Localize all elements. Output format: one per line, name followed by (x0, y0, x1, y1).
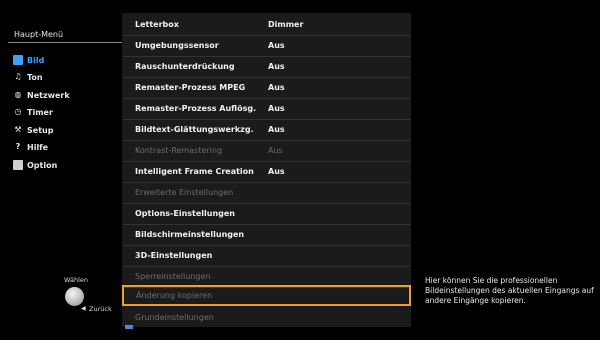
setting-label: Änderung kopieren (136, 291, 213, 300)
setting-value: Aus (268, 125, 285, 135)
picture-settings-panel: Letterbox Dimmer Umgebungssensor Aus Rau… (122, 13, 411, 327)
remote-dpad-icon (65, 287, 84, 306)
sidebar-item-option[interactable]: Option (13, 158, 57, 172)
setting-label: Bildtext-Glättungswerkzg. (135, 125, 254, 135)
setting-row-bildschirmeinstellungen[interactable]: Bildschirmeinstellungen (123, 225, 410, 246)
sidebar-item-label: Timer (27, 107, 53, 117)
sidebar-item-label: Option (27, 160, 58, 170)
select-hint: Wählen (64, 276, 89, 284)
setting-row-kontrast-remastering: Kontrast-Remastering Aus (123, 141, 410, 162)
sidebar-item-timer[interactable]: ◷ Timer (13, 105, 53, 119)
sidebar-item-netzwerk[interactable]: ◍ Netzwerk (13, 88, 70, 102)
back-arrow-icon: ◀ (81, 305, 86, 312)
setting-label: Erweiterte Einstellungen (135, 188, 234, 198)
question-icon: ? (15, 142, 21, 151)
setting-label: Intelligent Frame Creation (135, 167, 254, 177)
setting-value: Aus (268, 167, 285, 177)
setting-label: Grundeinstellungen (135, 313, 214, 323)
clock-icon: ◷ (14, 107, 22, 116)
sidebar-item-bild[interactable]: Bild (13, 53, 44, 67)
setting-row-remaster-mpeg[interactable]: Remaster-Prozess MPEG Aus (123, 78, 410, 99)
setting-row-grundeinstellungen: Grundeinstellungen (123, 308, 410, 328)
setting-value: Aus (268, 146, 283, 156)
setting-row-umgebungssensor[interactable]: Umgebungssensor Aus (123, 36, 410, 57)
setting-label: Remaster-Prozess MPEG (135, 83, 246, 93)
setting-row-remaster-aufloesung[interactable]: Remaster-Prozess Auflösg. Aus (123, 99, 410, 120)
sidebar-item-hilfe[interactable]: ? Hilfe (13, 140, 48, 154)
help-description: Hier können Sie die professionellen Bild… (425, 276, 594, 305)
setting-value: Aus (268, 41, 285, 51)
setting-row-aenderung-kopieren[interactable]: Änderung kopieren (122, 285, 411, 306)
setting-row-options-einstellungen[interactable]: Options-Einstellungen (123, 204, 410, 225)
setting-label: Kontrast-Remastering (135, 146, 223, 156)
setting-row-erweiterte-einstellungen: Erweiterte Einstellungen (123, 183, 410, 204)
wrench-icon: ⚒ (14, 125, 22, 134)
setting-label: Umgebungssensor (135, 41, 219, 51)
setting-row-bildtext-glaettung[interactable]: Bildtext-Glättungswerkzg. Aus (123, 120, 410, 141)
setting-value: Aus (268, 104, 285, 114)
sidebar-item-label: Ton (27, 72, 43, 82)
music-note-icon: ♫ (14, 72, 22, 81)
setting-label: Options-Einstellungen (135, 209, 236, 219)
setting-value: Dimmer (268, 20, 304, 30)
setting-label: Remaster-Prozess Auflösg. (135, 104, 257, 114)
scroll-indicator (125, 325, 133, 329)
setting-label: 3D-Einstellungen (135, 251, 213, 261)
setting-label: Letterbox (135, 20, 179, 30)
setting-label: Sperreinstellungen (135, 272, 211, 282)
sidebar-item-ton[interactable]: ♫ Ton (13, 70, 43, 84)
sidebar-item-setup[interactable]: ⚒ Setup (13, 123, 53, 137)
setting-value: Aus (268, 62, 285, 72)
option-icon (13, 160, 23, 170)
globe-icon: ◍ (14, 90, 22, 99)
main-menu-title: Haupt-Menü (14, 30, 64, 39)
setting-row-rauschunterdrueckung[interactable]: Rauschunterdrückung Aus (123, 57, 410, 78)
setting-label: Bildschirmeinstellungen (135, 230, 245, 240)
setting-row-3d-einstellungen[interactable]: 3D-Einstellungen (123, 246, 410, 267)
main-menu-divider (8, 42, 122, 43)
back-hint: Zurück (89, 305, 112, 313)
sidebar-item-label: Bild (27, 55, 45, 65)
setting-value: Aus (268, 83, 285, 93)
main-menu-sidebar: Haupt-Menü Bild ♫ Ton ◍ Netzwerk ◷ Timer… (0, 0, 122, 340)
sidebar-item-label: Netzwerk (27, 90, 70, 100)
setting-label: Rauschunterdrückung (135, 62, 235, 72)
sidebar-item-label: Setup (27, 125, 54, 135)
sidebar-item-label: Hilfe (27, 142, 49, 152)
setting-row-intelligent-frame-creation[interactable]: Intelligent Frame Creation Aus (123, 162, 410, 183)
setting-row-letterbox[interactable]: Letterbox Dimmer (123, 15, 410, 36)
picture-icon (13, 55, 23, 65)
